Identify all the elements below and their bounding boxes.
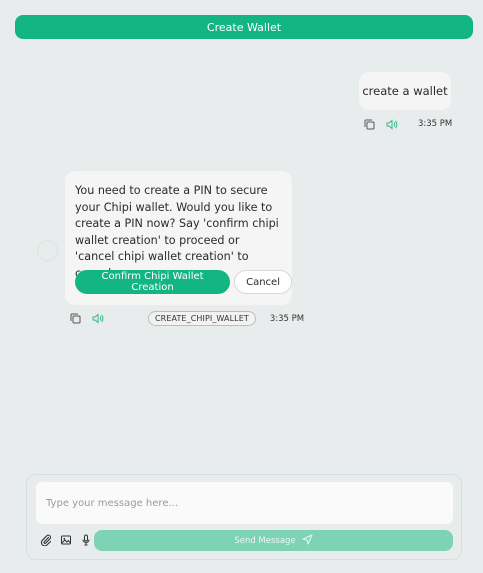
- microphone-icon[interactable]: [79, 533, 93, 547]
- user-message-text: create a wallet: [362, 84, 448, 98]
- cancel-button[interactable]: Cancel: [234, 270, 292, 294]
- copy-icon[interactable]: [362, 117, 376, 131]
- confirm-chipi-wallet-button[interactable]: Confirm Chipi Wallet Creation: [75, 270, 231, 294]
- user-message-bubble: create a wallet: [359, 72, 451, 110]
- composer-tools: [39, 533, 93, 547]
- send-message-label: Send Message: [234, 535, 296, 546]
- image-icon[interactable]: [59, 533, 73, 547]
- bot-avatar: [37, 240, 58, 261]
- bot-message-actions: Confirm Chipi Wallet Creation Cancel: [75, 270, 292, 294]
- action-tag: CREATE_CHIPI_WALLET: [148, 311, 256, 326]
- user-message-meta: 3:35 PM: [362, 117, 452, 131]
- message-composer: Send Message: [26, 474, 462, 560]
- copy-icon[interactable]: [68, 312, 82, 326]
- bot-message-time: 3:35 PM: [269, 313, 305, 324]
- bot-message-text: You need to create a PIN to secure your …: [75, 184, 279, 280]
- send-icon: [302, 534, 313, 548]
- bot-message-bubble: You need to create a PIN to secure your …: [65, 171, 292, 305]
- speaker-icon[interactable]: [91, 312, 105, 326]
- create-wallet-button[interactable]: Create Wallet: [15, 15, 473, 39]
- speaker-icon[interactable]: [385, 117, 399, 131]
- bot-message-meta: CREATE_CHIPI_WALLET 3:35 PM: [68, 311, 304, 326]
- paperclip-icon[interactable]: [39, 533, 53, 547]
- message-input[interactable]: [36, 482, 453, 524]
- send-message-button[interactable]: Send Message: [94, 530, 453, 551]
- user-message-time: 3:35 PM: [418, 119, 453, 129]
